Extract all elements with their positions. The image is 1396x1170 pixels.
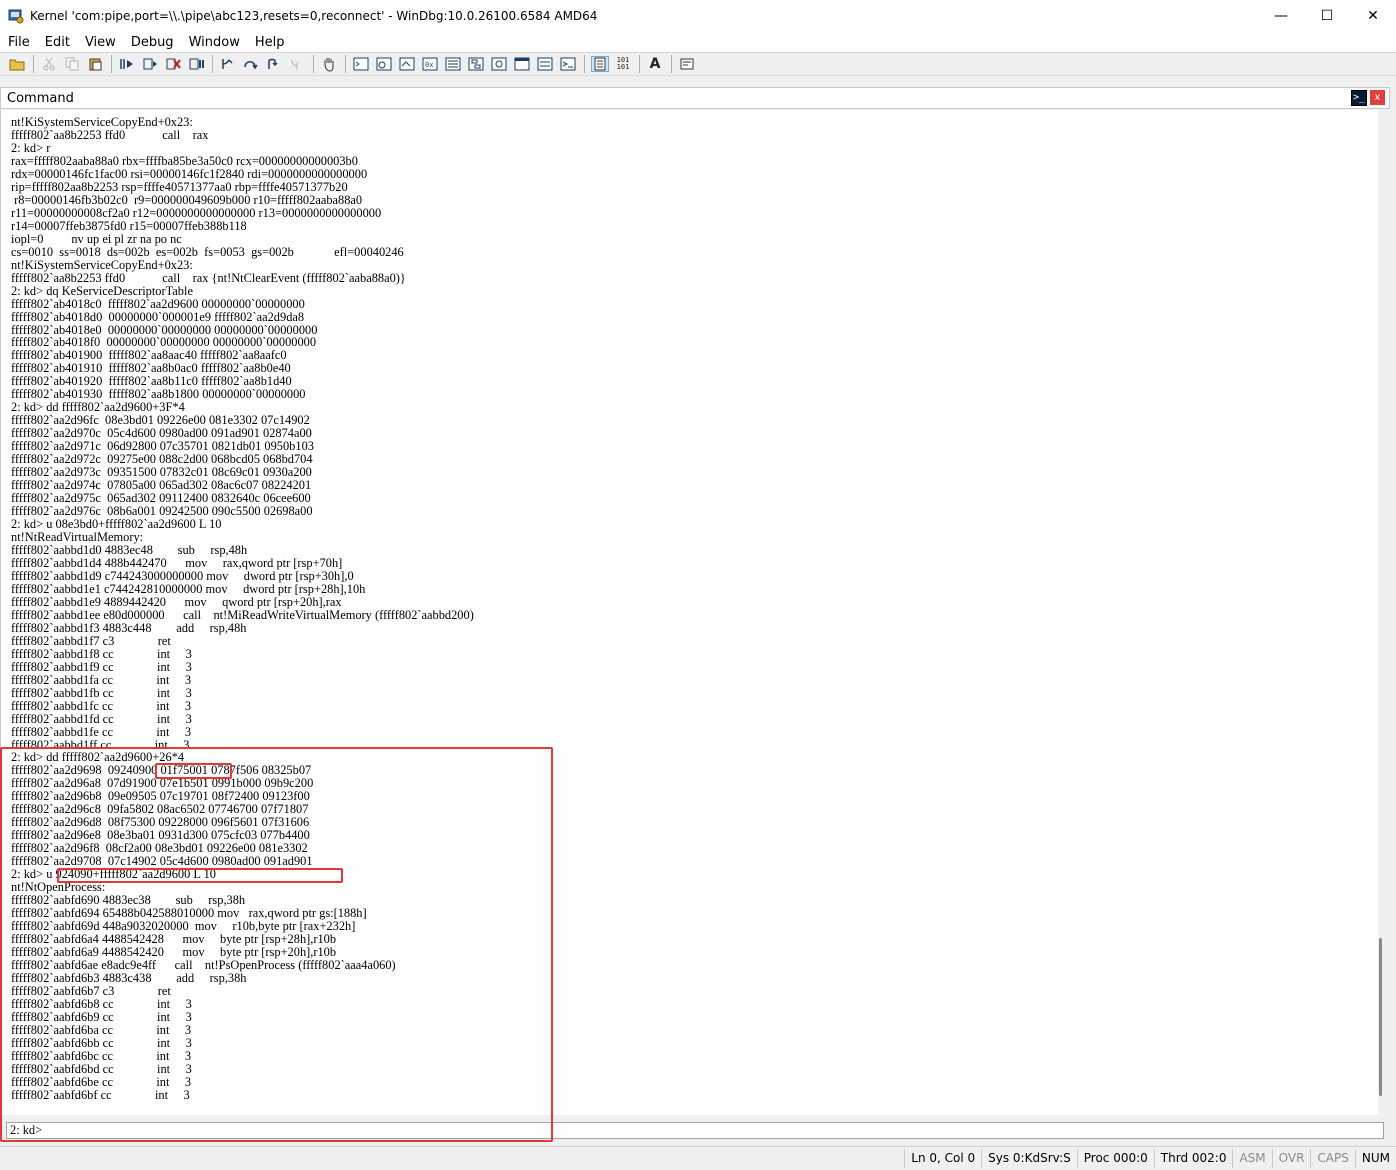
output-line: fffff802`aabbd1f7 c3 ret	[11, 633, 171, 648]
output-line: fffff802`aabbd1ee e80d000000 call nt!MiR…	[11, 607, 474, 622]
font-icon[interactable]: A	[646, 56, 664, 72]
output-line: fffff802`aabbd1fe cc int 3	[11, 724, 192, 739]
output-line: fffff802`ab4018c0 fffff802`aa2d9600 0000…	[11, 296, 305, 311]
run-to-cursor-icon[interactable]	[288, 56, 306, 72]
output-line: iopl=0 nv up ei pl zr na po nc	[11, 231, 182, 246]
command-dock-icon[interactable]: >_	[1351, 90, 1367, 106]
font-button-label: A	[649, 56, 661, 72]
toolbar-separator	[671, 55, 672, 73]
break-icon[interactable]	[187, 56, 205, 72]
output-line: fffff802`aabbd1e9 4889442420 mov qword p…	[11, 594, 342, 609]
command-window-icon[interactable]	[352, 56, 370, 72]
close-window-button[interactable]: ✕	[1350, 0, 1396, 32]
highlight-command-box	[57, 868, 343, 883]
output-line: fffff802`aabbd1f8 cc int 3	[11, 646, 192, 661]
menu-edit[interactable]: Edit	[37, 35, 77, 50]
toolbar-separator	[313, 55, 314, 73]
disassembly-window-icon[interactable]	[490, 56, 508, 72]
output-line: fffff802`aabbd1fa cc int 3	[11, 672, 192, 687]
toolbar-separator	[33, 55, 34, 73]
toolbar-separator	[639, 55, 640, 73]
memory-window-icon[interactable]	[444, 56, 462, 72]
windbg-app-icon[interactable]	[8, 8, 24, 24]
hex-bottom-label: 101	[616, 63, 630, 71]
menu-view[interactable]: View	[77, 35, 123, 50]
locals-window-icon[interactable]	[398, 56, 416, 72]
command-close-icon[interactable]: x	[1370, 90, 1385, 105]
output-line: fffff802`aabbd1e1 c744242810000000 mov d…	[11, 581, 366, 596]
highlight-value-box	[155, 763, 232, 779]
registers-window-icon[interactable]: 0x	[421, 56, 439, 72]
copy-icon[interactable]	[63, 56, 81, 72]
status-asm: ASM	[1232, 1149, 1271, 1168]
toolbar-separator	[584, 55, 585, 73]
scratch-pad-icon[interactable]	[513, 56, 531, 72]
highlight-region-box	[0, 747, 553, 1142]
status-num: NUM	[1354, 1149, 1396, 1168]
status-ovr: OVR	[1271, 1149, 1311, 1168]
output-line: fffff802`aabbd1d9 c744243000000000 mov d…	[11, 568, 354, 583]
output-line: fffff802`aa8b2253 ffd0 call rax	[11, 127, 209, 142]
output-line: fffff802`aabbd1fd cc int 3	[11, 711, 192, 726]
output-line: fffff802`aabbd1f3 4883c448 add rsp,48h	[11, 620, 247, 635]
cut-icon[interactable]	[40, 56, 58, 72]
menu-bar: File Edit View Debug Window Help	[0, 32, 1396, 52]
toolbar-separator	[111, 55, 112, 73]
source-mode-icon[interactable]	[591, 56, 609, 72]
status-bar: Ln 0, Col 0 Sys 0:KdSrv:S Proc 000:0 Thr…	[0, 1146, 1396, 1170]
output-line: r11=00000000008cf2a0 r12=000000000000000…	[11, 205, 382, 220]
status-caps: CAPS	[1310, 1149, 1354, 1168]
svg-text:0x: 0x	[425, 61, 433, 69]
status-process: Proc 000:0	[1076, 1149, 1154, 1168]
output-line: 2: kd> dq KeServiceDescriptorTable	[11, 283, 193, 298]
title-bar: Kernel 'com:pipe,port=\\.\pipe\abc123,re…	[0, 0, 1396, 32]
toolbar-separator	[212, 55, 213, 73]
command-pane-title: Command	[7, 90, 74, 106]
maximize-button[interactable]: ☐	[1304, 0, 1350, 32]
source-window-icon[interactable]	[559, 56, 577, 72]
output-line: cs=0010 ss=0018 ds=002b es=002b fs=0053 …	[11, 244, 404, 259]
call-stack-icon[interactable]	[467, 56, 485, 72]
output-line: 2: kd> r	[11, 140, 51, 155]
menu-window[interactable]: Window	[181, 35, 247, 50]
status-thread: Thrd 002:0	[1153, 1149, 1233, 1168]
toolbar-separator	[345, 55, 346, 73]
scrollbar-thumb[interactable]	[1379, 938, 1382, 1096]
open-folder-icon[interactable]	[8, 56, 26, 72]
step-into-icon[interactable]	[219, 56, 237, 72]
output-line: fffff802`aabbd1fb cc int 3	[11, 685, 192, 700]
toolbar: 0x 101 101 A	[0, 52, 1396, 76]
step-over-icon[interactable]	[242, 56, 260, 72]
stop-debugging-icon[interactable]	[164, 56, 182, 72]
command-pane-header: Command >_ x	[0, 87, 1390, 109]
output-line: r8=00000146fb3b02c0 r9=000000049609b000 …	[11, 192, 363, 207]
output-line: nt!KiSystemServiceCopyEnd+0x23:	[11, 257, 193, 272]
menu-debug[interactable]: Debug	[123, 35, 181, 50]
output-line: fffff802`aa8b2253 ffd0 call rax {nt!NtCl…	[11, 270, 406, 285]
output-line: fffff802`ab4018d0 00000000`000001e9 ffff…	[11, 309, 305, 324]
paste-icon[interactable]	[86, 56, 104, 72]
hand-icon[interactable]	[320, 56, 338, 72]
options-icon[interactable]	[678, 56, 696, 72]
output-line: r14=00007ffeb3875fd0 r15=00007ffeb388b11…	[11, 218, 247, 233]
output-line: rax=fffff802aaba88a0 rbx=ffffba85be3a50c…	[11, 153, 358, 168]
go-icon[interactable]	[118, 56, 136, 72]
menu-help[interactable]: Help	[247, 35, 292, 50]
status-system: Sys 0:KdSrv:S	[981, 1149, 1077, 1168]
output-line: rip=fffff802aa8b2253 rsp=ffffe40571377aa…	[11, 179, 348, 194]
window-title: Kernel 'com:pipe,port=\\.\pipe\abc123,re…	[30, 9, 598, 23]
output-line: fffff802`aabbd1fc cc int 3	[11, 698, 192, 713]
status-position: Ln 0, Col 0	[904, 1149, 981, 1168]
restart-icon[interactable]	[141, 56, 159, 72]
processes-threads-icon[interactable]	[536, 56, 554, 72]
minimize-button[interactable]: —	[1258, 0, 1304, 32]
output-line: fffff802`aabbd1d4 488b442470 mov rax,qwo…	[11, 555, 343, 570]
hex-display-icon[interactable]: 101 101	[614, 56, 632, 72]
watch-window-icon[interactable]	[375, 56, 393, 72]
output-line: fffff802`aabbd1d0 4883ec48 sub rsp,48h	[11, 542, 248, 557]
menu-file[interactable]: File	[0, 35, 37, 50]
output-line: rdx=00000146fc1fac00 rsi=00000146fc1f284…	[11, 166, 368, 181]
step-out-icon[interactable]	[265, 56, 283, 72]
output-line: fffff802`aabbd1f9 cc int 3	[11, 659, 192, 674]
